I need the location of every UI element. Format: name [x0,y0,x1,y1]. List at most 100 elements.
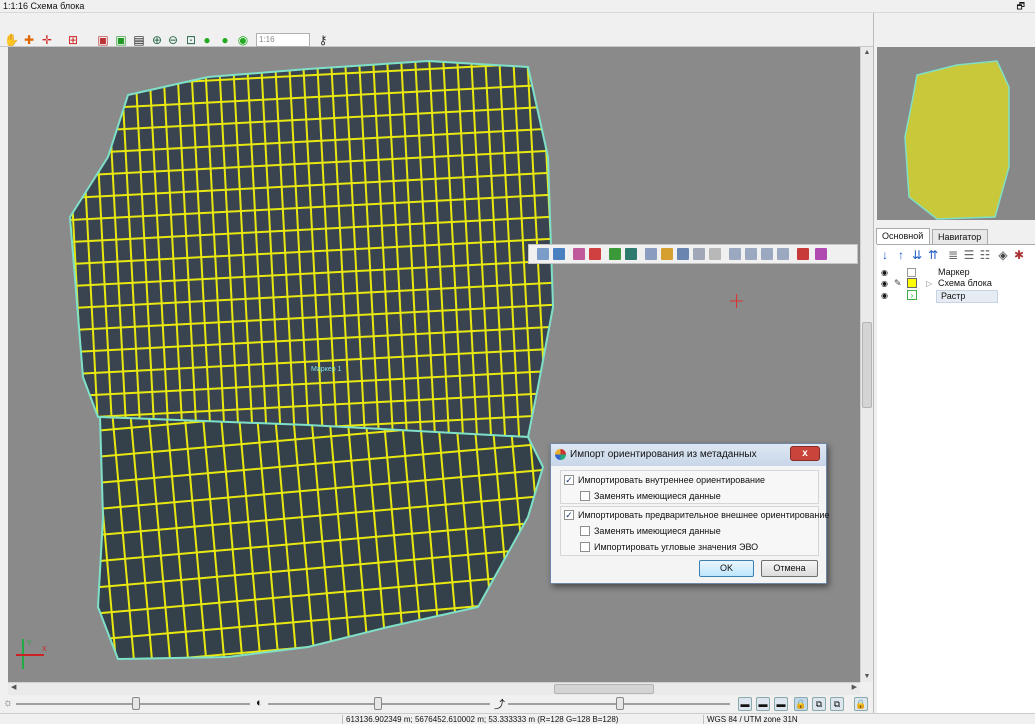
visibility-icon[interactable]: ◉ [881,267,891,278]
tool-5-icon[interactable] [609,248,621,260]
move-bottom-icon[interactable]: ⇊ [911,248,923,262]
add-marker-icon[interactable]: ✛ [40,33,54,47]
layer-row-raster[interactable]: ◉ › Растр [881,290,1031,303]
import-inner-label: Импортировать внутреннее ориентирование [578,475,766,485]
paste-button[interactable]: ⧉ [830,697,844,711]
map-marker-label: Маркер 1 [311,366,342,373]
tool-1-icon[interactable] [537,248,549,260]
scroll-left-icon[interactable]: ◀ [11,683,16,691]
layer-row-block-scheme[interactable]: ◉ ✎ ▷ Схема блока [881,278,1031,289]
dialog-close-button[interactable]: x [790,446,820,461]
add-point-icon[interactable]: ✚ [22,33,36,47]
status-bar: 613136.902349 m; 5676452.610002 m; 53.33… [0,713,1035,724]
map-canvas[interactable]: Маркер 1 Y X [8,47,860,682]
tool-10-icon[interactable] [693,248,705,260]
app-logo-icon [555,449,566,460]
tool-15-icon[interactable] [777,248,789,260]
edit-pencil-icon[interactable]: ✎ [894,278,902,289]
tool-4-icon[interactable] [589,248,601,260]
mode-3-button[interactable]: ▬ [774,697,788,711]
zoom-selection-icon[interactable]: ◉ [236,33,250,47]
map-viewport[interactable]: Маркер 1 Y X [8,47,860,682]
layer-row-marker[interactable]: ◉ Маркер [881,267,1031,278]
replace-exterior-checkbox[interactable] [580,526,590,536]
contrast-slider-knob[interactable] [374,697,382,710]
tool-2-icon[interactable] [553,248,565,260]
image-adjust-bar: ☼ ◐ ⤴ ▬ ▬ ▬ 🔒 ⧉ ⧉ 🔒 [0,695,873,713]
horizontal-scroll-thumb[interactable] [554,684,654,694]
mode-1-button[interactable]: ▬ [738,697,752,711]
move-down-icon[interactable]: ↓ [879,248,891,262]
gamma-icon: ⤴ [494,699,505,711]
horizontal-scrollbar[interactable]: ◀ ▶ [8,682,860,695]
layers-icon[interactable]: ◈ [997,248,1009,262]
zoom-out-icon[interactable]: ⊖ [166,33,180,47]
brightness-slider-knob[interactable] [132,697,140,710]
expand-icon[interactable]: ▷ [926,278,932,289]
layer-color-swatch [907,278,917,288]
zoom-in-icon[interactable]: ⊕ [150,33,164,47]
tool-16-icon[interactable] [797,248,809,260]
tool-9-icon[interactable] [677,248,689,260]
axis-y-label: Y [27,640,32,647]
hand-icon[interactable]: ✋ [4,33,19,47]
right-panel: Основной Навигатор ↓ ↑ ⇊ ⇈ ≣ ☰ ☷ ◈ ✱ ◉ М… [873,13,1035,713]
lock-button[interactable]: 🔒 [794,697,808,711]
gamma-slider-knob[interactable] [616,697,624,710]
tool-6-icon[interactable] [625,248,637,260]
tool-11-icon[interactable] [709,248,721,260]
tree-view-icon[interactable]: ☷ [979,248,991,262]
tool-3-icon[interactable] [573,248,585,260]
tool-13-icon[interactable] [745,248,757,260]
tool-12-icon[interactable] [729,248,741,260]
scroll-up-icon[interactable]: ▲ [861,49,873,56]
tool-8-icon[interactable] [661,248,673,260]
layer-name: Схема блока [938,278,992,288]
layer-name: Маркер [938,267,970,277]
settings-icon[interactable]: ✱ [1013,248,1025,262]
visibility-icon[interactable]: ◉ [881,278,891,289]
scroll-down-icon[interactable]: ▼ [861,673,873,680]
import-exterior-checkbox[interactable]: ✓ [564,510,574,520]
visibility-icon[interactable]: ◉ [881,290,891,301]
photo-block-upper[interactable] [68,59,555,439]
detail-view-icon[interactable]: ☰ [963,248,975,262]
mode-2-button[interactable]: ▬ [756,697,770,711]
vertical-scroll-thumb[interactable] [862,322,872,408]
lock-2-button[interactable]: 🔒 [854,697,868,711]
raster-layer-icon: › [907,290,917,300]
key-icon[interactable]: ⚷ [316,33,330,47]
tool-14-icon[interactable] [761,248,773,260]
tab-main[interactable]: Основной [876,228,930,244]
zoom-layer-icon[interactable]: ● [218,33,232,47]
move-top-icon[interactable]: ⇈ [927,248,939,262]
scroll-right-icon[interactable]: ▶ [852,683,857,691]
ok-button[interactable]: OK [699,560,754,577]
tool-17-icon[interactable] [815,248,827,260]
restore-window-icon[interactable]: 🗗 [1017,0,1025,13]
zoom-extent-icon[interactable]: ⊡ [184,33,198,47]
layers-red-icon[interactable]: ▣ [96,33,110,47]
scale-input[interactable]: 1:16 [256,33,310,47]
navigator-minimap[interactable] [877,47,1035,220]
import-inner-checkbox[interactable]: ✓ [564,475,574,485]
list-view-icon[interactable]: ≣ [947,248,959,262]
contrast-icon: ◐ [256,697,263,709]
dialog-title-bar: Импорт ориентирования из метаданных x [551,444,826,466]
copy-button[interactable]: ⧉ [812,697,826,711]
photo-block-lower[interactable] [96,415,545,661]
zoom-fit-icon[interactable]: ● [200,33,214,47]
layer-name-selected: Растр [936,290,998,303]
layers-black-icon[interactable]: ▤ [132,33,146,47]
move-up-icon[interactable]: ↑ [895,248,907,262]
cancel-button[interactable]: Отмена [761,560,818,577]
tool-7-icon[interactable] [645,248,657,260]
import-angles-checkbox[interactable] [580,542,590,552]
vertical-scrollbar[interactable]: ▲ ▼ [860,47,873,682]
layers-green-icon[interactable]: ▣ [114,33,128,47]
window-title: 1:1:16 Схема блока [3,1,85,11]
replace-inner-checkbox[interactable] [580,491,590,501]
import-orientation-dialog: Импорт ориентирования из метаданных x ✓ … [550,443,829,584]
tab-navigator[interactable]: Навигатор [932,229,988,244]
grid-icon[interactable]: ⊞ [66,33,80,47]
